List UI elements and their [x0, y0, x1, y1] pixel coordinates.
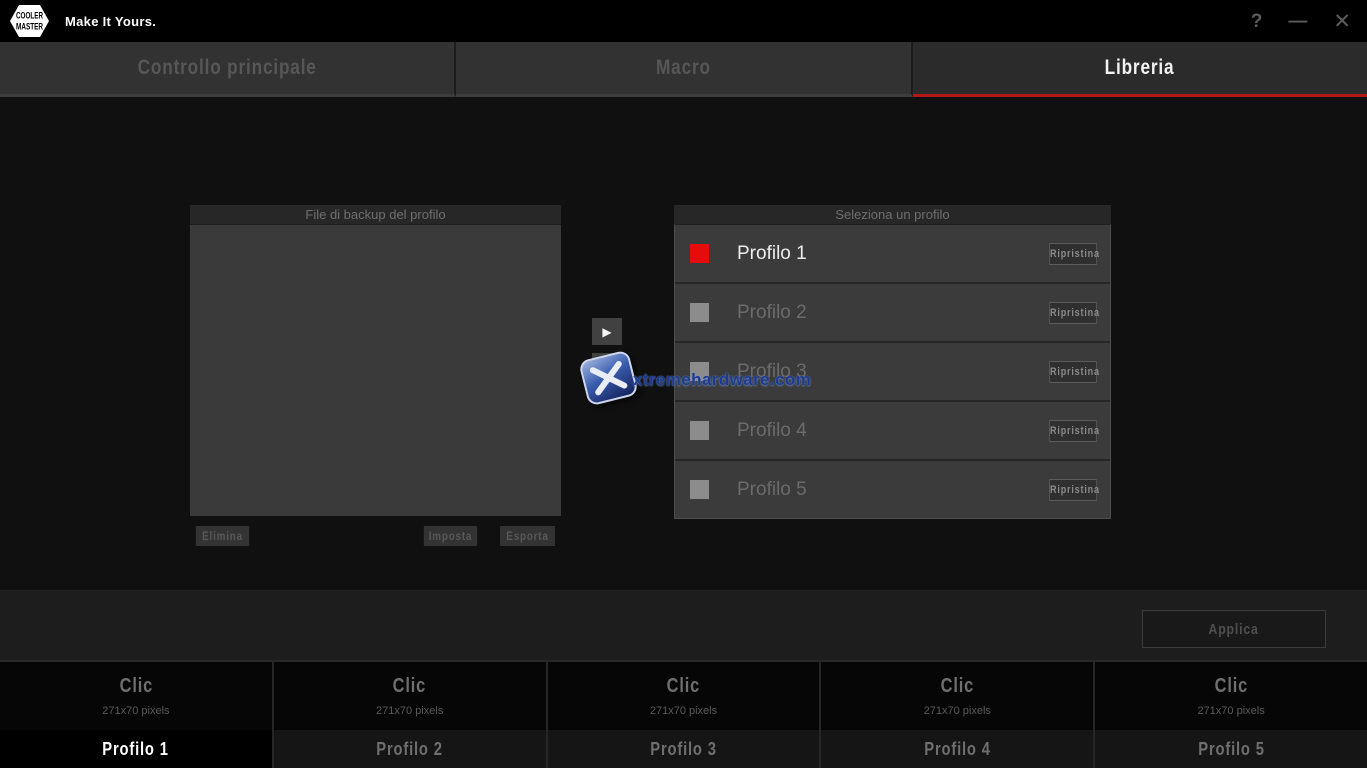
app-window: COOLER MASTER Make It Yours. ? — ✕ Contr…: [0, 0, 1367, 768]
move-right-button[interactable]: ▶: [592, 318, 622, 345]
cooler-master-logo-icon: COOLER MASTER: [9, 4, 50, 38]
profile-row-4[interactable]: Profilo 4 Ripristina: [675, 402, 1110, 459]
restore-button[interactable]: Ripristina: [1049, 420, 1097, 442]
binding-info: Clic 271x70 pixels: [821, 662, 1093, 730]
profile-checkbox[interactable]: [690, 480, 709, 499]
apply-label: Applica: [1209, 621, 1259, 638]
profile-bar-name[interactable]: Profilo 5: [1095, 730, 1367, 768]
binding-action: Clic: [1214, 675, 1247, 698]
binding-action: Clic: [119, 675, 152, 698]
binding-size: 271x70 pixels: [376, 705, 443, 717]
restore-button[interactable]: Ripristina: [1049, 479, 1097, 501]
tab-label: Libreria: [1105, 56, 1175, 80]
profile-row-5[interactable]: Profilo 5 Ripristina: [675, 461, 1110, 518]
delete-backup-button[interactable]: Elimina: [196, 526, 249, 546]
profile-name: Profilo 5: [737, 479, 807, 501]
tab-label: Macro: [656, 56, 711, 80]
profile-bar-cell-5[interactable]: Clic 271x70 pixels Profilo 5: [1095, 662, 1367, 768]
profile-name: Profilo 4: [737, 420, 807, 442]
profile-bar-cell-3[interactable]: Clic 271x70 pixels Profilo 3: [548, 662, 822, 768]
profile-bar-cell-4[interactable]: Clic 271x70 pixels Profilo 4: [821, 662, 1095, 768]
minimize-icon[interactable]: —: [1288, 12, 1307, 31]
title-bar: COOLER MASTER Make It Yours. ? — ✕: [0, 0, 1367, 42]
restore-button[interactable]: Ripristina: [1049, 361, 1097, 383]
profile-bar-cell-2[interactable]: Clic 271x70 pixels Profilo 2: [274, 662, 548, 768]
arrow-right-icon: ▶: [602, 325, 611, 339]
restore-button[interactable]: Ripristina: [1049, 243, 1097, 265]
profile-checkbox[interactable]: [690, 421, 709, 440]
binding-action: Clic: [393, 675, 426, 698]
profile-select-panel: Seleziona un profilo Profilo 1 Ripristin…: [674, 205, 1111, 519]
import-backup-button[interactable]: Imposta: [424, 526, 477, 546]
binding-size: 271x70 pixels: [924, 705, 991, 717]
tab-libreria[interactable]: Libreria: [913, 42, 1367, 97]
brand-tagline: Make It Yours.: [65, 14, 156, 29]
profile-name: Profilo 2: [737, 302, 807, 324]
svg-text:COOLER: COOLER: [16, 11, 43, 22]
backup-panel-title: File di backup del profilo: [190, 205, 561, 224]
profile-checkbox[interactable]: [690, 303, 709, 322]
profile-bar: Clic 271x70 pixels Profilo 1 Clic 271x70…: [0, 660, 1367, 768]
profile-bar-name[interactable]: Profilo 4: [821, 730, 1093, 768]
binding-info: Clic 271x70 pixels: [274, 662, 546, 730]
apply-button[interactable]: Applica: [1142, 610, 1326, 648]
profile-row-2[interactable]: Profilo 2 Ripristina: [675, 284, 1110, 341]
profile-bar-cell-1[interactable]: Clic 271x70 pixels Profilo 1: [0, 662, 274, 768]
library-content: File di backup del profilo Elimina Impos…: [0, 97, 1367, 590]
profile-panel-title: Seleziona un profilo: [674, 205, 1111, 224]
export-backup-button[interactable]: Esporta: [500, 526, 555, 546]
profile-row-1[interactable]: Profilo 1 Ripristina: [675, 225, 1110, 282]
help-icon[interactable]: ?: [1251, 12, 1263, 31]
binding-size: 271x70 pixels: [1197, 705, 1264, 717]
profile-bar-name[interactable]: Profilo 2: [274, 730, 546, 768]
tab-macro[interactable]: Macro: [456, 42, 912, 97]
action-footer: Applica: [0, 590, 1367, 660]
profile-bar-name[interactable]: Profilo 3: [548, 730, 820, 768]
binding-info: Clic 271x70 pixels: [548, 662, 820, 730]
backup-files-panel: File di backup del profilo: [190, 205, 561, 516]
binding-action: Clic: [667, 675, 700, 698]
tab-controllo-principale[interactable]: Controllo principale: [0, 42, 456, 97]
binding-action: Clic: [941, 675, 974, 698]
binding-info: Clic 271x70 pixels: [0, 662, 272, 730]
profile-bar-name[interactable]: Profilo 1: [0, 730, 272, 768]
tab-label: Controllo principale: [138, 56, 317, 80]
window-controls: ? — ✕: [1251, 11, 1351, 32]
watermark-text: xtremehardware.com: [633, 370, 811, 390]
tab-bar: Controllo principale Macro Libreria: [0, 42, 1367, 97]
profile-checkbox[interactable]: [690, 244, 709, 263]
svg-text:MASTER: MASTER: [16, 22, 43, 33]
profile-name: Profilo 1: [737, 243, 807, 265]
binding-size: 271x70 pixels: [650, 705, 717, 717]
binding-size: 271x70 pixels: [102, 705, 169, 717]
binding-info: Clic 271x70 pixels: [1095, 662, 1367, 730]
backup-file-list[interactable]: [190, 224, 561, 516]
restore-button[interactable]: Ripristina: [1049, 302, 1097, 324]
watermark-x-icon: [578, 350, 639, 407]
close-icon[interactable]: ✕: [1333, 11, 1351, 32]
